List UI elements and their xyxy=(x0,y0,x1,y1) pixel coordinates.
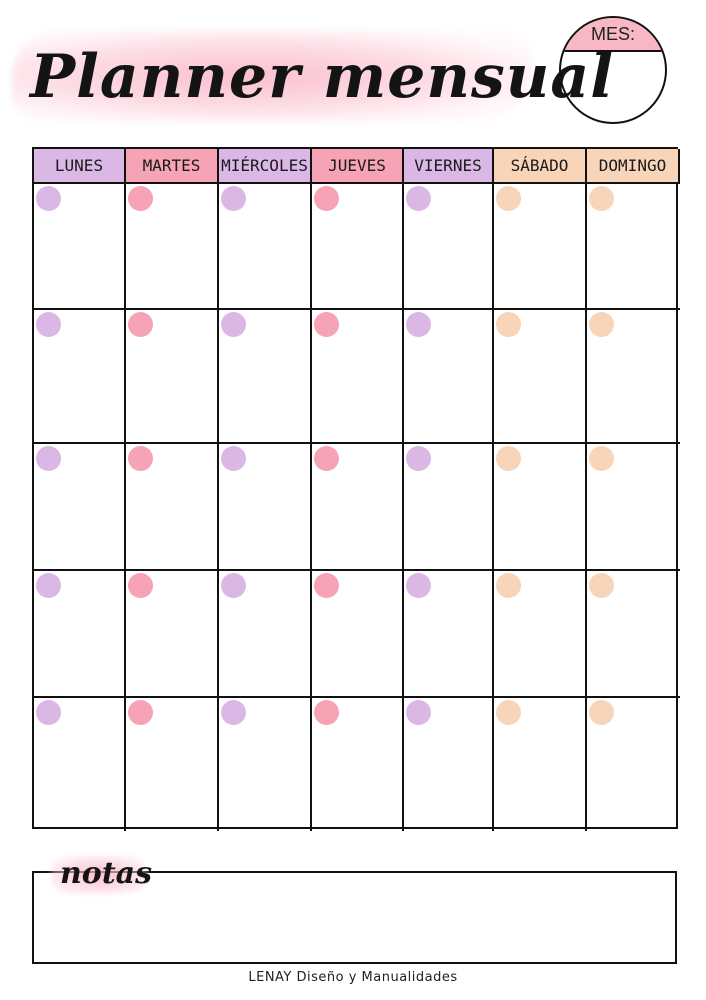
day-cell[interactable] xyxy=(219,444,312,571)
title-area: Planner mensual xyxy=(12,22,613,130)
day-header-5: VIERNES xyxy=(404,149,494,184)
date-dot xyxy=(406,573,431,598)
day-cell[interactable] xyxy=(312,444,404,571)
day-header-3: MIÉRCOLES xyxy=(219,149,312,184)
date-dot xyxy=(589,186,614,211)
date-dot xyxy=(496,446,521,471)
month-circle[interactable]: MES: xyxy=(559,16,667,124)
date-dot xyxy=(36,700,61,725)
day-cell[interactable] xyxy=(587,698,680,831)
date-dot xyxy=(314,446,339,471)
day-cell[interactable] xyxy=(219,571,312,698)
day-cell[interactable] xyxy=(126,698,219,831)
day-header-2: MARTES xyxy=(126,149,219,184)
date-dot xyxy=(589,446,614,471)
date-dot xyxy=(36,573,61,598)
day-cell[interactable] xyxy=(34,184,126,310)
day-cell[interactable] xyxy=(126,444,219,571)
day-cell[interactable] xyxy=(219,698,312,831)
date-dot xyxy=(221,186,246,211)
day-cell[interactable] xyxy=(312,698,404,831)
calendar-grid: LUNES MARTES MIÉRCOLES JUEVES VIERNES SÁBADO D… xyxy=(32,147,680,831)
date-dot xyxy=(589,700,614,725)
day-cell[interactable] xyxy=(494,571,587,698)
notes-label-area: notas xyxy=(50,850,153,896)
day-header-1: LUNES xyxy=(34,149,126,184)
date-dot xyxy=(496,186,521,211)
day-cell[interactable] xyxy=(494,698,587,831)
footer-credit: LENAY Diseño y Manualidades xyxy=(248,970,458,985)
date-dot xyxy=(314,186,339,211)
day-header-4: JUEVES xyxy=(312,149,404,184)
date-dot xyxy=(36,312,61,337)
day-cell[interactable] xyxy=(404,184,494,310)
day-cell[interactable] xyxy=(404,571,494,698)
day-cell[interactable] xyxy=(34,571,126,698)
day-cell[interactable] xyxy=(312,184,404,310)
page-title: Planner mensual xyxy=(30,42,615,112)
day-cell[interactable] xyxy=(587,310,680,444)
day-cell[interactable] xyxy=(34,310,126,444)
date-dot xyxy=(406,186,431,211)
date-dot xyxy=(496,312,521,337)
day-cell[interactable] xyxy=(126,571,219,698)
day-cell[interactable] xyxy=(126,310,219,444)
date-dot xyxy=(589,312,614,337)
day-cell[interactable] xyxy=(494,444,587,571)
date-dot xyxy=(221,312,246,337)
date-dot xyxy=(128,446,153,471)
day-cell[interactable] xyxy=(587,184,680,310)
date-dot xyxy=(36,446,61,471)
day-cell[interactable] xyxy=(404,310,494,444)
date-dot xyxy=(314,700,339,725)
day-header-7: DOMINGO xyxy=(587,149,680,184)
day-header-6: SÁBADO xyxy=(494,149,587,184)
date-dot xyxy=(496,700,521,725)
day-cell[interactable] xyxy=(312,571,404,698)
day-cell[interactable] xyxy=(404,444,494,571)
day-cell[interactable] xyxy=(126,184,219,310)
date-dot xyxy=(128,573,153,598)
month-label: MES: xyxy=(590,24,635,44)
day-cell[interactable] xyxy=(494,184,587,310)
date-dot xyxy=(36,186,61,211)
day-cell[interactable] xyxy=(219,310,312,444)
date-dot xyxy=(406,700,431,725)
date-dot xyxy=(128,312,153,337)
date-dot xyxy=(221,573,246,598)
date-dot xyxy=(314,573,339,598)
date-dot xyxy=(406,446,431,471)
day-cell[interactable] xyxy=(34,698,126,831)
date-dot xyxy=(128,700,153,725)
date-dot xyxy=(496,573,521,598)
day-cell[interactable] xyxy=(494,310,587,444)
day-cell[interactable] xyxy=(34,444,126,571)
day-cell[interactable] xyxy=(587,444,680,571)
date-dot xyxy=(221,446,246,471)
date-dot xyxy=(406,312,431,337)
day-cell[interactable] xyxy=(587,571,680,698)
date-dot xyxy=(314,312,339,337)
notes-label: notas xyxy=(60,856,153,891)
date-dot xyxy=(128,186,153,211)
day-cell[interactable] xyxy=(404,698,494,831)
day-cell[interactable] xyxy=(312,310,404,444)
date-dot xyxy=(221,700,246,725)
date-dot xyxy=(589,573,614,598)
day-cell[interactable] xyxy=(219,184,312,310)
